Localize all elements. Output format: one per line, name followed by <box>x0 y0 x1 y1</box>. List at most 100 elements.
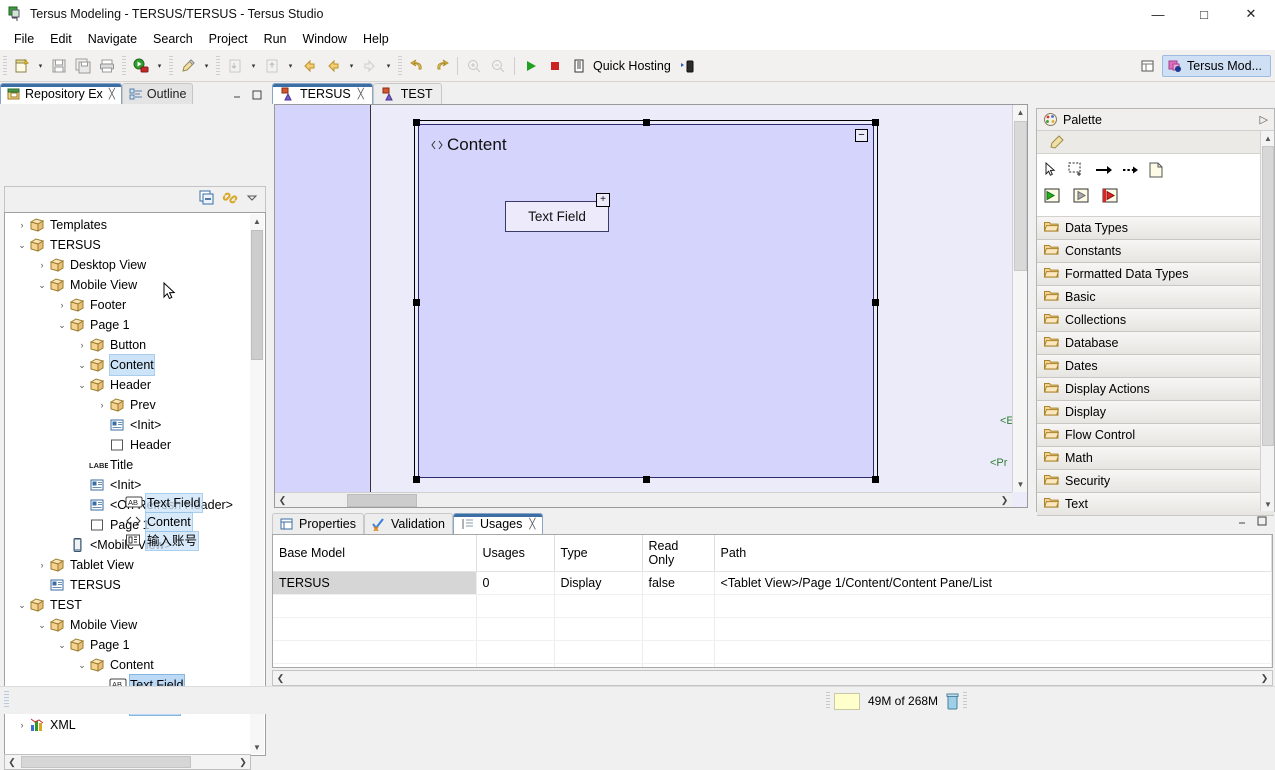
tree-item[interactable]: ⌄ TERSUS <box>5 235 249 255</box>
tree-item[interactable]: TERSUS <box>5 575 249 595</box>
chevron-right-icon[interactable]: › <box>15 715 29 735</box>
tree-item[interactable]: › Tablet View <box>5 555 249 575</box>
note-tool-icon[interactable] <box>1149 162 1163 181</box>
palette-drawer[interactable]: Data Types <box>1037 217 1274 240</box>
palette-drawer[interactable]: Flow Control <box>1037 424 1274 447</box>
scroll-right-icon[interactable]: ❯ <box>997 493 1012 507</box>
tree-item[interactable]: Header <box>5 435 249 455</box>
scroll-thumb[interactable] <box>1262 146 1274 446</box>
menu-run[interactable]: Run <box>256 30 295 48</box>
chevron-right-icon[interactable]: › <box>35 555 49 575</box>
tab-usages[interactable]: Usages ╳ <box>452 513 544 534</box>
menu-project[interactable]: Project <box>201 30 256 48</box>
run-debug-icon[interactable] <box>129 54 153 78</box>
text-field-widget[interactable]: Text Field + <box>505 193 610 232</box>
zoom-out-icon[interactable] <box>486 54 510 78</box>
scroll-down-icon[interactable]: ▼ <box>1261 497 1275 511</box>
forward-icon[interactable] <box>358 54 382 78</box>
save-icon[interactable] <box>47 54 71 78</box>
chevron-right-icon[interactable]: › <box>55 295 69 315</box>
usages-horizontal-scrollbar[interactable]: ❮ ❯ <box>272 670 1273 686</box>
menu-edit[interactable]: Edit <box>42 30 80 48</box>
tree-item[interactable]: ⌄ Content <box>5 354 249 376</box>
chevron-down-icon[interactable]: ⌄ <box>15 235 29 255</box>
palette-drawer[interactable]: Dates <box>1037 355 1274 378</box>
chevron-right-icon[interactable]: › <box>75 335 89 355</box>
tab-outline[interactable]: Outline <box>121 83 194 104</box>
chevron-down-icon[interactable]: ⌄ <box>55 315 69 335</box>
tree-item[interactable]: ⌄ Mobile View <box>5 615 249 635</box>
menu-search[interactable]: Search <box>145 30 201 48</box>
scroll-thumb-h[interactable] <box>347 494 417 507</box>
scroll-thumb[interactable] <box>1014 121 1027 271</box>
resize-handle-sw[interactable] <box>413 476 420 483</box>
pen-dropdown-icon[interactable]: ▾ <box>200 54 213 78</box>
new-icon[interactable] <box>10 54 34 78</box>
maximize-button[interactable]: □ <box>1181 0 1227 28</box>
scroll-down-icon[interactable]: ▼ <box>1013 477 1027 492</box>
palette-drawer[interactable]: Basic <box>1037 286 1274 309</box>
marquee-tool-icon[interactable] <box>1068 162 1086 181</box>
table-row-empty[interactable] <box>273 663 1272 667</box>
chevron-down-icon[interactable]: ⌄ <box>75 355 89 375</box>
table-row-empty[interactable] <box>273 594 1272 618</box>
save-all-icon[interactable] <box>71 54 95 78</box>
resize-handle-s[interactable] <box>643 476 650 483</box>
palette-drawer[interactable]: Math <box>1037 447 1274 470</box>
redo-icon[interactable] <box>429 54 453 78</box>
column-usages[interactable]: Usages <box>476 535 555 572</box>
perspective-tersus-modeling[interactable]: Tersus Mod... <box>1161 55 1271 77</box>
table-row[interactable]: TERSUS 0 Display false <Tablet View>/Page 1/… <box>273 571 1272 595</box>
chevron-down-icon[interactable]: ⌄ <box>75 375 89 395</box>
tab-properties[interactable]: Properties <box>272 513 364 534</box>
palette-drawer[interactable]: Database <box>1037 332 1274 355</box>
tree-item[interactable]: › Prev <box>5 395 249 415</box>
menu-navigate[interactable]: Navigate <box>80 30 145 48</box>
select-tool-icon[interactable] <box>1043 161 1059 181</box>
tree-item[interactable]: ⌄ Page 1 <box>5 635 249 655</box>
tree-horizontal-scrollbar[interactable]: ❮ ❯ <box>4 754 251 770</box>
menu-help[interactable]: Help <box>355 30 397 48</box>
tree-item[interactable]: › XML <box>5 715 249 735</box>
collapse-all-icon[interactable] <box>199 190 215 209</box>
scroll-up-icon[interactable]: ▲ <box>1261 131 1275 145</box>
tab-validation[interactable]: Validation <box>363 513 453 534</box>
maximize-view-icon[interactable] <box>1255 514 1269 531</box>
content-element-box[interactable]: Content − Text Field + <box>418 124 874 478</box>
quick-hosting-label[interactable]: Quick Hosting <box>591 59 675 73</box>
table-row-empty[interactable] <box>273 617 1272 641</box>
maximize-view-icon[interactable] <box>248 86 266 104</box>
palette-drawer[interactable]: Display <box>1037 401 1274 424</box>
chevron-down-icon[interactable]: ⌄ <box>35 615 49 635</box>
chevron-down-icon[interactable]: ⌄ <box>75 655 89 675</box>
repository-tree[interactable]: › Templates ⌄ TERSUS › Desktop View ⌄ Mobile Vi… <box>4 212 266 756</box>
print-icon[interactable] <box>95 54 119 78</box>
column-type[interactable]: Type <box>554 535 643 572</box>
editor-tab-test[interactable]: TEST <box>372 83 442 104</box>
start-trigger-tool-icon[interactable] <box>1043 187 1063 208</box>
close-icon[interactable]: ╳ <box>529 519 535 530</box>
tree-item[interactable]: <Init> <box>5 415 249 435</box>
menu-window[interactable]: Window <box>295 30 355 48</box>
palette-vertical-scrollbar[interactable]: ▲ ▼ <box>1260 131 1274 511</box>
palette-drawer[interactable]: Formatted Data Types <box>1037 263 1274 286</box>
chevron-down-icon[interactable]: ⌄ <box>35 275 49 295</box>
scroll-thumb[interactable] <box>251 230 263 360</box>
run-dropdown-icon[interactable]: ▾ <box>153 54 166 78</box>
chevron-down-icon[interactable]: ⌄ <box>15 595 29 615</box>
scroll-up-icon[interactable]: ▲ <box>250 214 264 228</box>
tree-item[interactable]: ⌄ TEST <box>5 595 249 615</box>
chevron-right-icon[interactable]: › <box>35 255 49 275</box>
resize-handle-se[interactable] <box>872 476 879 483</box>
close-button[interactable]: ✕ <box>1227 0 1275 28</box>
column-read-only[interactable]: Read Only <box>642 535 715 572</box>
undo-icon[interactable] <box>405 54 429 78</box>
scroll-left-icon[interactable]: ❮ <box>275 493 290 507</box>
new-dropdown-icon[interactable]: ▾ <box>34 54 47 78</box>
back-icon[interactable] <box>321 54 345 78</box>
tree-item[interactable]: Page 1 <box>5 515 249 535</box>
scroll-up-icon[interactable]: ▲ <box>1013 105 1027 120</box>
export-dropdown-icon[interactable]: ▾ <box>284 54 297 78</box>
tree-item[interactable]: ⌄ Content <box>5 655 249 675</box>
palette-drawer[interactable]: Constants <box>1037 240 1274 263</box>
